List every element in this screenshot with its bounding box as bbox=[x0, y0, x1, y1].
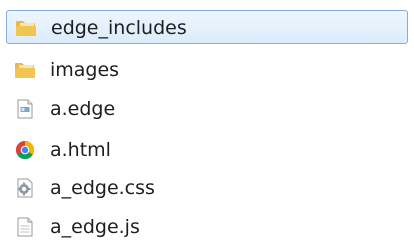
file-item-images[interactable]: images bbox=[6, 53, 408, 87]
folder-icon bbox=[14, 60, 36, 80]
folder-icon bbox=[15, 18, 37, 38]
file-list: edge_includes images a.edge a.html a_edg… bbox=[0, 0, 414, 246]
file-name: a_edge.css bbox=[50, 177, 155, 199]
file-name: images bbox=[50, 59, 120, 81]
file-item-a-edge-js[interactable]: a_edge.js bbox=[6, 210, 408, 244]
file-item-a-html[interactable]: a.html bbox=[6, 133, 408, 167]
text-file-icon bbox=[14, 217, 36, 237]
file-name: a_edge.js bbox=[50, 216, 140, 238]
chrome-icon bbox=[14, 140, 36, 160]
file-name: a.edge bbox=[50, 98, 116, 120]
file-item-edge-includes[interactable]: edge_includes bbox=[6, 10, 408, 44]
edge-file-icon bbox=[14, 99, 36, 119]
css-gear-file-icon bbox=[14, 178, 36, 198]
file-name: a.html bbox=[50, 139, 111, 161]
file-name: edge_includes bbox=[51, 17, 187, 39]
file-item-a-edge-css[interactable]: a_edge.css bbox=[6, 171, 408, 205]
file-item-a-edge[interactable]: a.edge bbox=[6, 92, 408, 126]
